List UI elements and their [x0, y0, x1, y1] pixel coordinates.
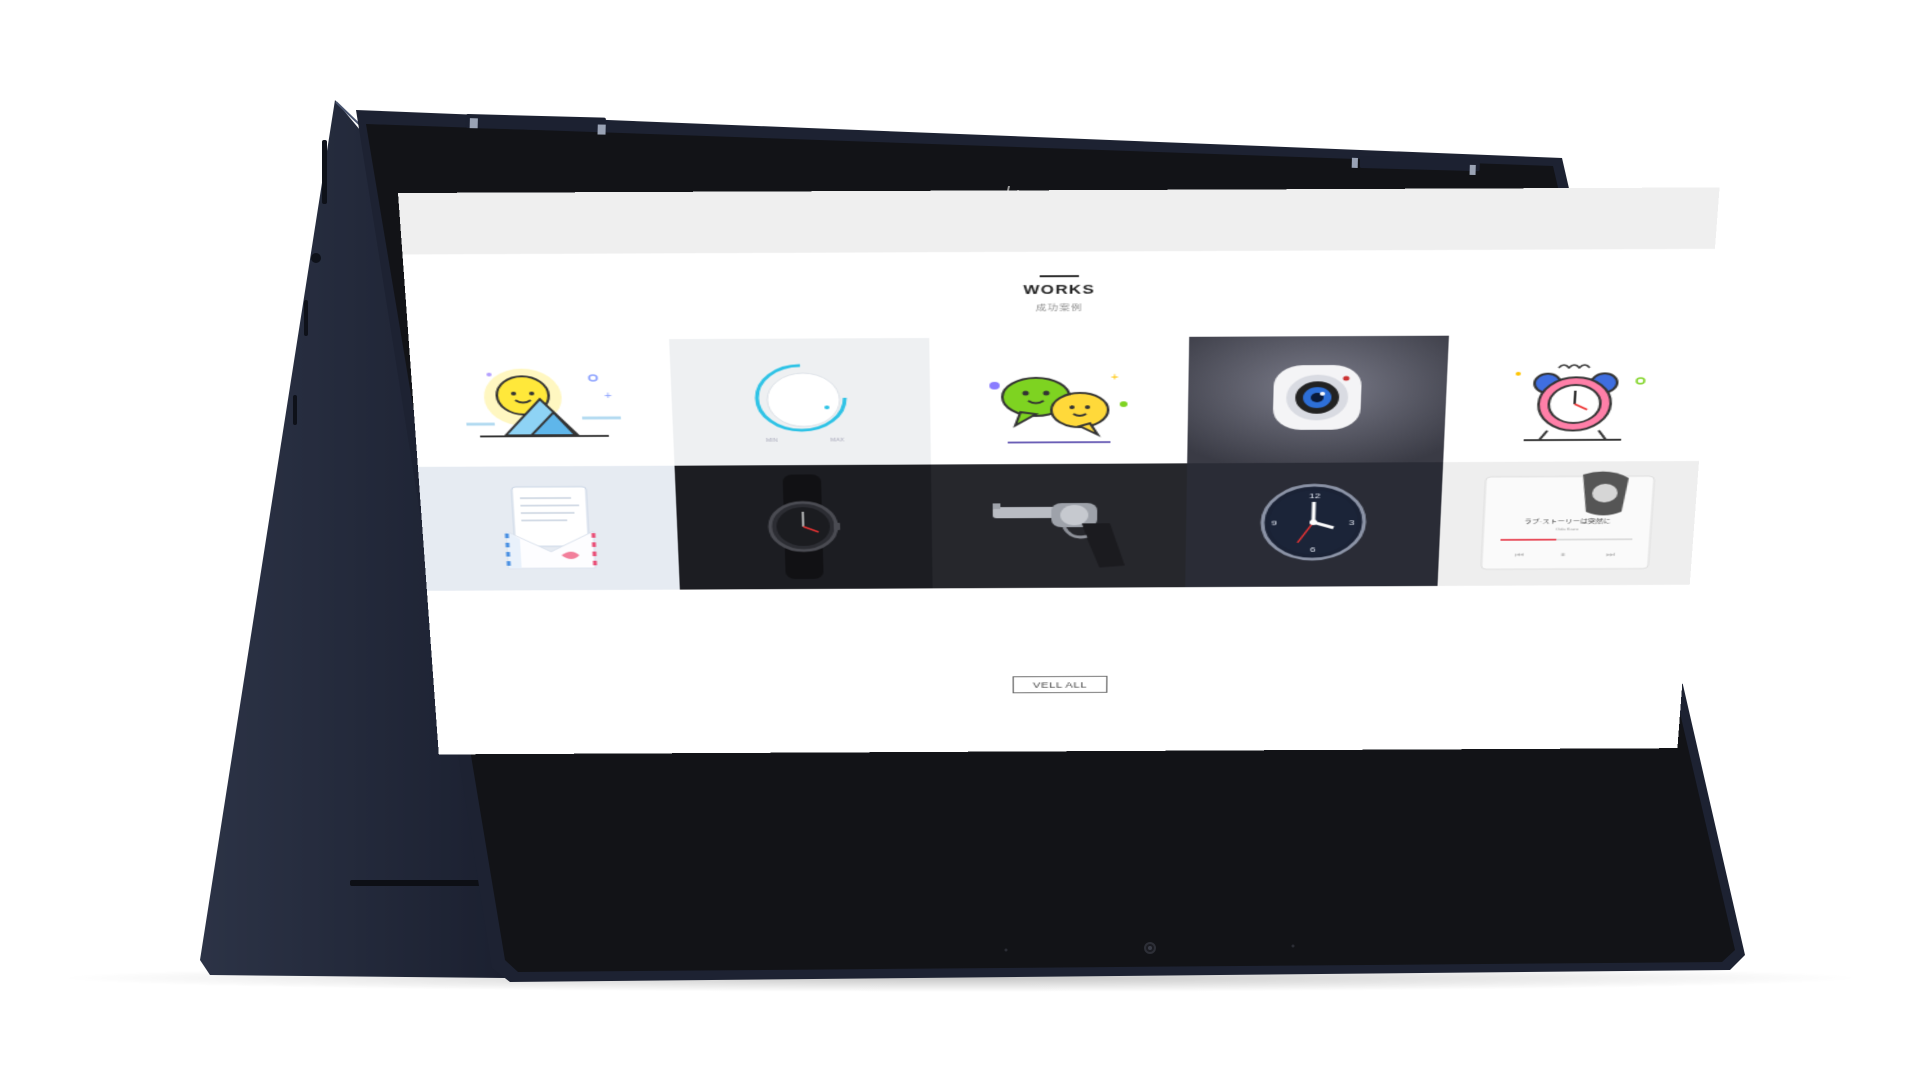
clock-numeral-12: 12 [1309, 492, 1321, 501]
svg-text:⏸: ⏸ [1560, 551, 1566, 560]
clock-numeral-3: 3 [1349, 519, 1355, 528]
work-item-music-player[interactable]: ラブ·ストーリーは突然に Oda Kazu ⏮ ⏸ ⏭ [1437, 460, 1700, 586]
work-item-sun-mountain[interactable]: + [408, 339, 675, 467]
work-item-wristwatch[interactable] [674, 464, 933, 590]
song-title: ラブ·ストーリーは突然に [1524, 517, 1611, 524]
music-player-icon: ラブ·ストーリーは突然に Oda Kazu ⏮ ⏸ ⏭ [1438, 471, 1699, 585]
work-item-camera-app[interactable] [1187, 335, 1449, 464]
title-accent-line [1039, 275, 1079, 278]
svg-text:+: + [1111, 371, 1119, 382]
laptop-stage: WORKS 成功案例 + MIN MAX + 12 3 6 9 ラブ·ストーリー… [0, 0, 1920, 1080]
svg-text:MAX: MAX [830, 438, 844, 443]
works-grid: + MIN MAX + 12 3 6 9 ラブ·ストーリーは突然に Oda Ka… [408, 334, 1709, 591]
svg-text:MIN: MIN [766, 439, 778, 444]
work-item-dial-knob[interactable]: MIN MAX [669, 337, 931, 466]
view-all-button[interactable]: VELL ALL [1012, 675, 1108, 694]
wristwatch-icon [675, 474, 933, 580]
clock-numeral-9: 9 [1271, 519, 1277, 528]
work-item-revolver[interactable] [930, 463, 1188, 589]
work-item-wall-clock[interactable]: 12 3 6 9 [1185, 462, 1444, 588]
svg-text:+: + [604, 390, 612, 401]
envelope-letter-icon [418, 466, 680, 590]
chat-bubbles-icon: + [989, 371, 1128, 465]
header-band [398, 187, 1720, 255]
wall-clock-icon: 12 3 6 9 [1185, 462, 1443, 586]
sun-mountain-icon: + [409, 368, 675, 467]
song-artist: Oda Kazu [1556, 527, 1579, 532]
speaker-grille [350, 880, 490, 886]
work-item-chat-bubbles[interactable]: + [929, 336, 1190, 465]
alarm-clock-icon [1515, 335, 1708, 463]
screen-content: WORKS 成功案例 + MIN MAX + 12 3 6 9 ラブ·ストーリー… [398, 187, 1720, 755]
section-subtitle: 成功案例 [1035, 303, 1083, 313]
camera-app-icon [1187, 335, 1449, 464]
clock-numeral-6: 6 [1310, 546, 1316, 555]
svg-text:⏭: ⏭ [1606, 551, 1616, 560]
usb-port [322, 140, 327, 204]
audio-jack [311, 253, 321, 263]
revolver-icon [992, 502, 1126, 568]
dial-knob-icon: MIN MAX [669, 338, 931, 444]
section-title: WORKS [1023, 281, 1096, 297]
work-item-alarm-clock[interactable] [1443, 334, 1709, 463]
work-item-envelope[interactable] [417, 465, 680, 591]
svg-text:⏮: ⏮ [1515, 551, 1525, 560]
